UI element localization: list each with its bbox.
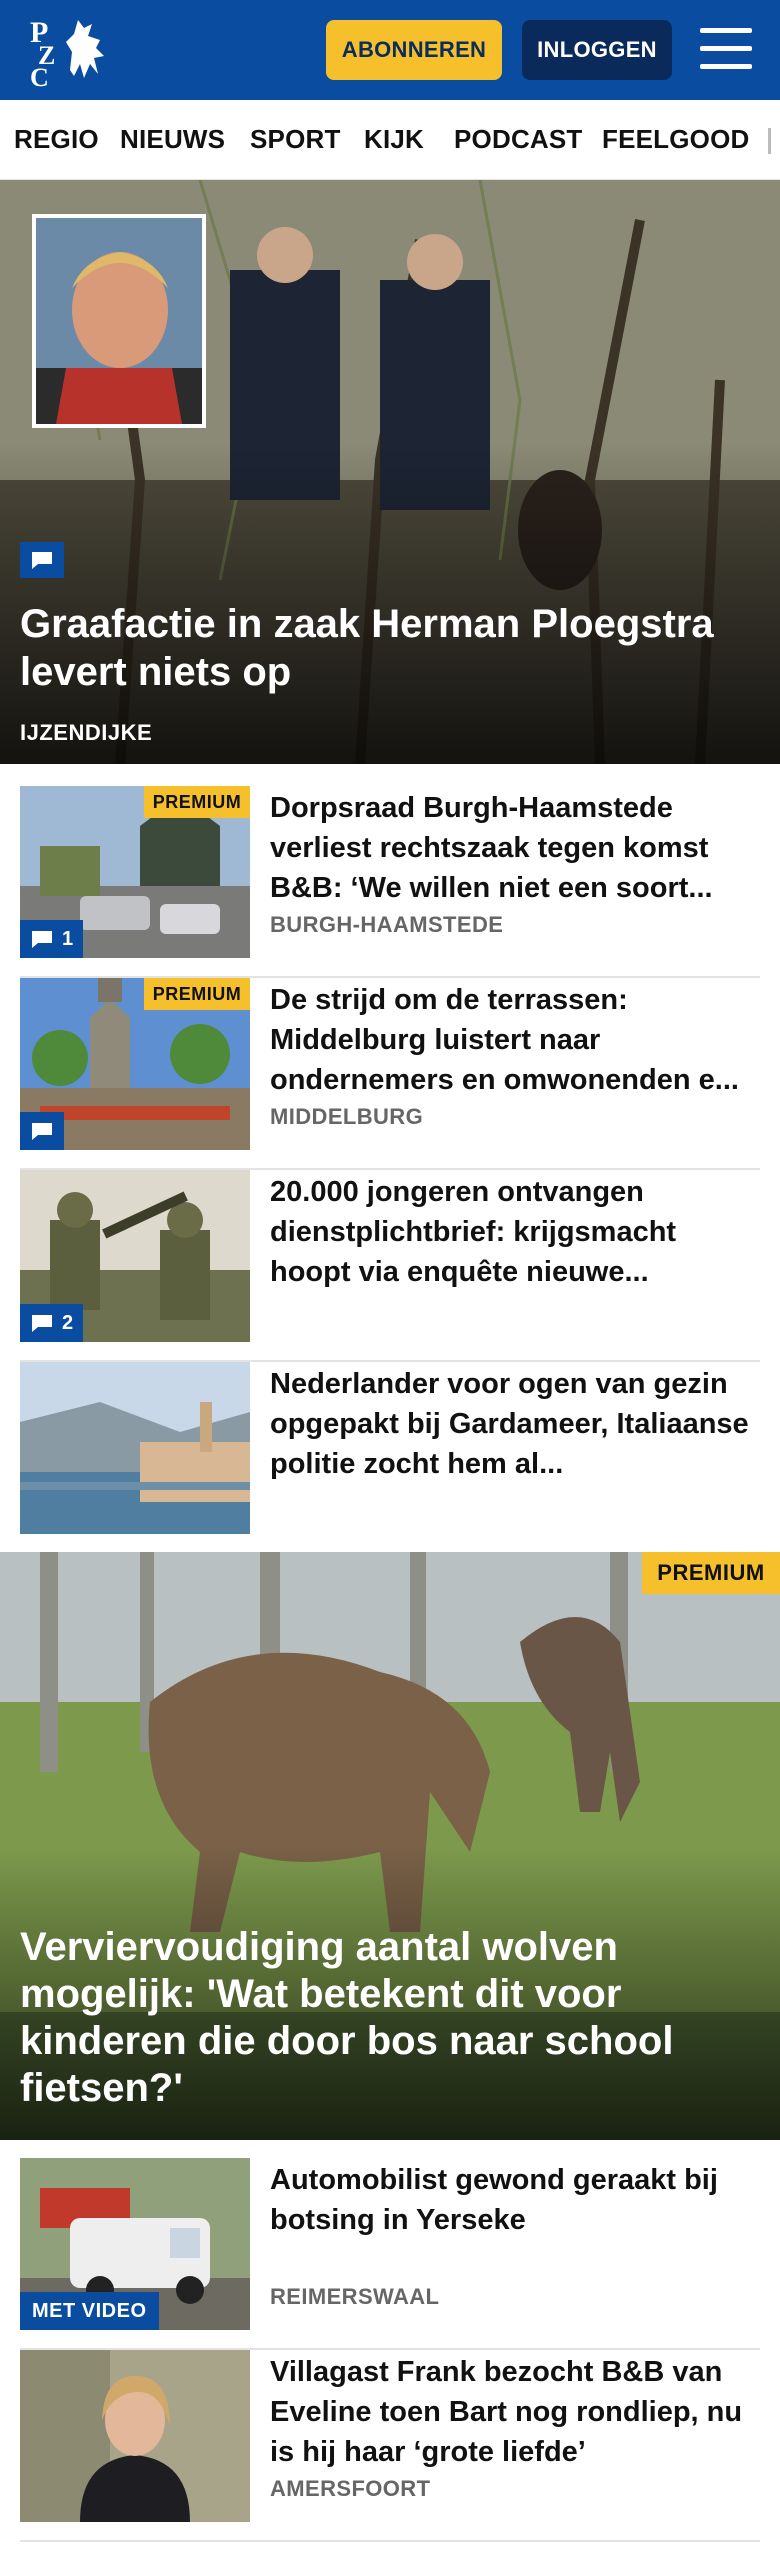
nav-item-sport[interactable]: SPORT: [250, 124, 341, 155]
article-item[interactable]: PREMIUM De strijd om de terrassen: Midde…: [20, 978, 760, 1170]
article-title[interactable]: Dorpsraad Burgh-Haamstede verliest recht…: [270, 788, 760, 908]
nav-item-kijk[interactable]: KIJK: [364, 124, 424, 155]
feature-article[interactable]: PREMIUM Verviervoudiging aantal wolven m…: [0, 1552, 780, 2140]
article-thumbnail: PREMIUM 1: [20, 786, 250, 958]
nav-item-regio[interactable]: REGIO: [14, 124, 99, 155]
article-thumbnail: [20, 1362, 250, 1534]
article-title[interactable]: 20.000 jongeren ontvangen dienstplichtbr…: [270, 1172, 760, 1292]
article-thumbnail: [20, 2350, 250, 2522]
nav-item-feelgood[interactable]: FEELGOOD: [602, 124, 750, 155]
article-thumbnail: MET VIDEO: [20, 2158, 250, 2330]
comment-count-badge: 2: [20, 1304, 84, 1342]
article-title[interactable]: Villagast Frank bezocht B&B van Eveline …: [270, 2352, 760, 2472]
feature-title[interactable]: Verviervoudiging aantal wolven mogelijk:…: [20, 1924, 760, 2112]
comment-icon: [32, 1123, 52, 1140]
comment-count: 2: [62, 1311, 74, 1334]
nav-item-podcast[interactable]: PODCAST: [454, 124, 583, 155]
svg-text:C: C: [30, 63, 49, 88]
hero-article[interactable]: Graafactie in zaak Herman Ploegstra leve…: [0, 180, 780, 764]
section-nav: REGIO NIEUWS SPORT KIJK PODCAST FEELGOOD: [0, 100, 780, 180]
article-item[interactable]: MET VIDEO Automobilist gewond geraakt bi…: [20, 2158, 760, 2350]
hero-location: IJZENDIJKE: [20, 720, 153, 745]
hero-title[interactable]: Graafactie in zaak Herman Ploegstra leve…: [20, 600, 760, 696]
article-location: AMERSFOORT: [270, 2476, 431, 2501]
comment-icon: [32, 931, 52, 948]
article-thumbnail: PREMIUM: [20, 978, 250, 1150]
hero-inset-portrait: [32, 214, 206, 428]
nav-item-nieuws[interactable]: NIEUWS: [120, 124, 225, 155]
article-item[interactable]: 2 20.000 jongeren ontvangen dienstplicht…: [20, 1170, 760, 1362]
premium-badge: PREMIUM: [144, 786, 250, 818]
comment-icon: [20, 542, 64, 578]
article-location: REIMERSWAAL: [270, 2284, 440, 2309]
subscribe-button[interactable]: ABONNEREN: [326, 20, 502, 80]
article-item[interactable]: Nederlander voor ogen van gezin opgepakt…: [20, 1362, 760, 1554]
comment-count-badge: [20, 1112, 64, 1150]
site-header: P Z C ABONNEREN INLOGGEN: [0, 0, 780, 100]
article-title[interactable]: De strijd om de terrassen: Middelburg lu…: [270, 980, 760, 1100]
premium-badge: PREMIUM: [642, 1552, 780, 1594]
login-button[interactable]: INLOGGEN: [522, 20, 672, 80]
premium-badge: PREMIUM: [144, 978, 250, 1010]
nav-overflow-hint: [768, 128, 771, 154]
article-location: BURGH-HAAMSTEDE: [270, 912, 504, 937]
comment-count-badge: 1: [20, 920, 84, 958]
comment-count: 1: [62, 927, 74, 950]
article-title[interactable]: Automobilist gewond geraakt bij botsing …: [270, 2160, 760, 2240]
article-title[interactable]: Nederlander voor ogen van gezin opgepakt…: [270, 1364, 760, 1484]
article-thumbnail: 2: [20, 1170, 250, 1342]
menu-icon[interactable]: [700, 26, 752, 72]
pzc-logo[interactable]: P Z C: [26, 12, 114, 92]
article-item[interactable]: Villagast Frank bezocht B&B van Eveline …: [20, 2350, 760, 2542]
video-badge: MET VIDEO: [20, 2292, 159, 2330]
comment-icon: [32, 1315, 52, 1332]
article-location: MIDDELBURG: [270, 1104, 424, 1129]
article-item[interactable]: PREMIUM 1 Dorpsraad Burgh-Haamstede verl…: [20, 786, 760, 978]
